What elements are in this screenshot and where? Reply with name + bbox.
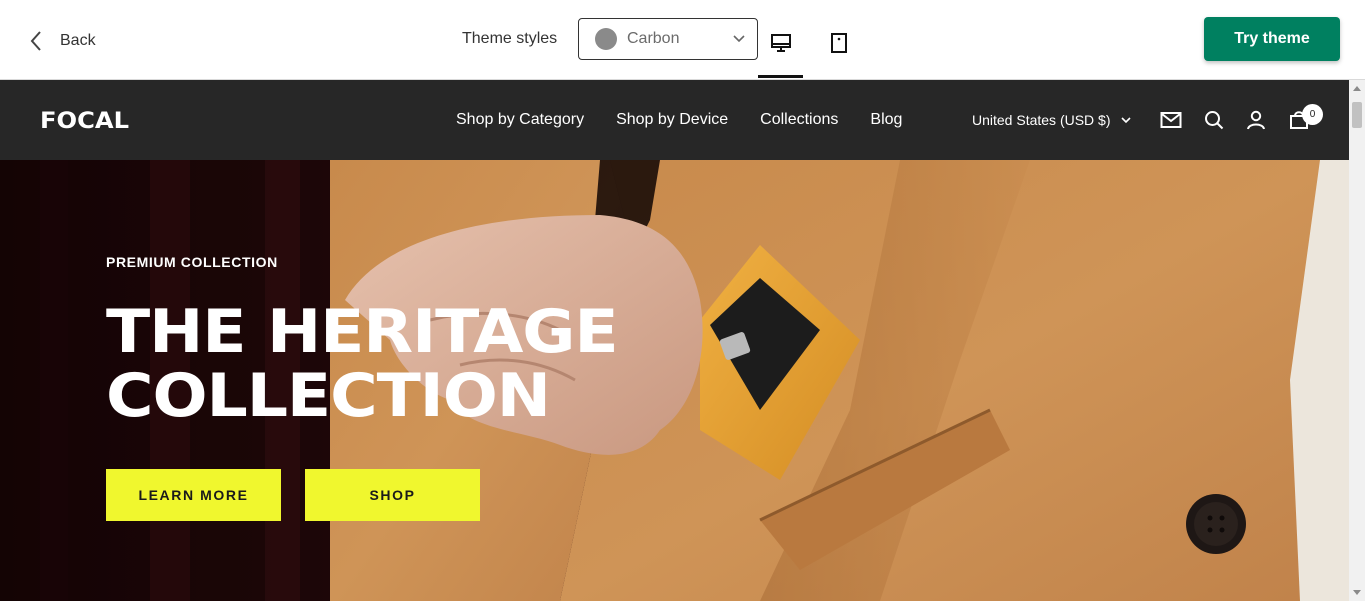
hero-title-line-1: THE HERITAGE — [106, 297, 619, 367]
preview-toolbar: Back Theme styles Carbon Try theme — [0, 0, 1365, 80]
desktop-view-button[interactable] — [766, 28, 796, 58]
preview-scrollbar[interactable] — [1349, 80, 1365, 601]
nav-item-shop-by-device[interactable]: Shop by Device — [616, 111, 728, 129]
theme-style-select[interactable]: Carbon — [578, 18, 758, 60]
back-button[interactable]: Back — [30, 26, 96, 56]
mail-icon[interactable] — [1160, 109, 1182, 131]
cart-count-badge: 0 — [1302, 104, 1323, 125]
scroll-thumb[interactable] — [1352, 102, 1362, 128]
hero-title-line-2: COLLECTION — [106, 361, 551, 431]
theme-styles-label: Theme styles — [462, 30, 558, 47]
chevron-left-icon — [30, 31, 41, 51]
search-icon[interactable] — [1203, 109, 1225, 131]
scroll-up-arrow[interactable] — [1353, 86, 1361, 91]
nav-item-collections[interactable]: Collections — [760, 111, 838, 129]
style-swatch — [595, 28, 617, 50]
back-label: Back — [60, 32, 96, 49]
shop-button[interactable]: SHOP — [305, 469, 480, 521]
desktop-icon — [771, 34, 791, 52]
main-nav: Shop by Category Shop by Device Collecti… — [456, 111, 902, 129]
hero-banner: PREMIUM COLLECTION THE HERITAGE COLLECTI… — [0, 160, 1349, 601]
try-theme-button[interactable]: Try theme — [1204, 17, 1340, 61]
scroll-down-arrow[interactable] — [1353, 590, 1361, 595]
hero-eyebrow: PREMIUM COLLECTION — [106, 254, 278, 270]
nav-item-shop-by-category[interactable]: Shop by Category — [456, 111, 584, 129]
theme-style-value: Carbon — [627, 30, 680, 47]
chevron-down-icon — [1120, 116, 1131, 123]
tablet-icon — [831, 33, 847, 53]
account-icon[interactable] — [1245, 109, 1267, 131]
chevron-down-icon — [733, 35, 745, 43]
nav-item-blog[interactable]: Blog — [870, 111, 902, 129]
theme-preview-frame: FOCAL Shop by Category Shop by Device Co… — [0, 80, 1349, 601]
currency-label: United States (USD $) — [972, 112, 1111, 128]
store-logo[interactable]: FOCAL — [40, 109, 129, 134]
active-device-indicator — [758, 75, 803, 78]
hero-title: THE HERITAGE COLLECTION — [106, 297, 619, 431]
tablet-view-button[interactable] — [824, 28, 854, 58]
store-header: FOCAL Shop by Category Shop by Device Co… — [0, 80, 1349, 160]
learn-more-button[interactable]: LEARN MORE — [106, 469, 281, 521]
currency-selector[interactable]: United States (USD $) — [972, 112, 1131, 128]
